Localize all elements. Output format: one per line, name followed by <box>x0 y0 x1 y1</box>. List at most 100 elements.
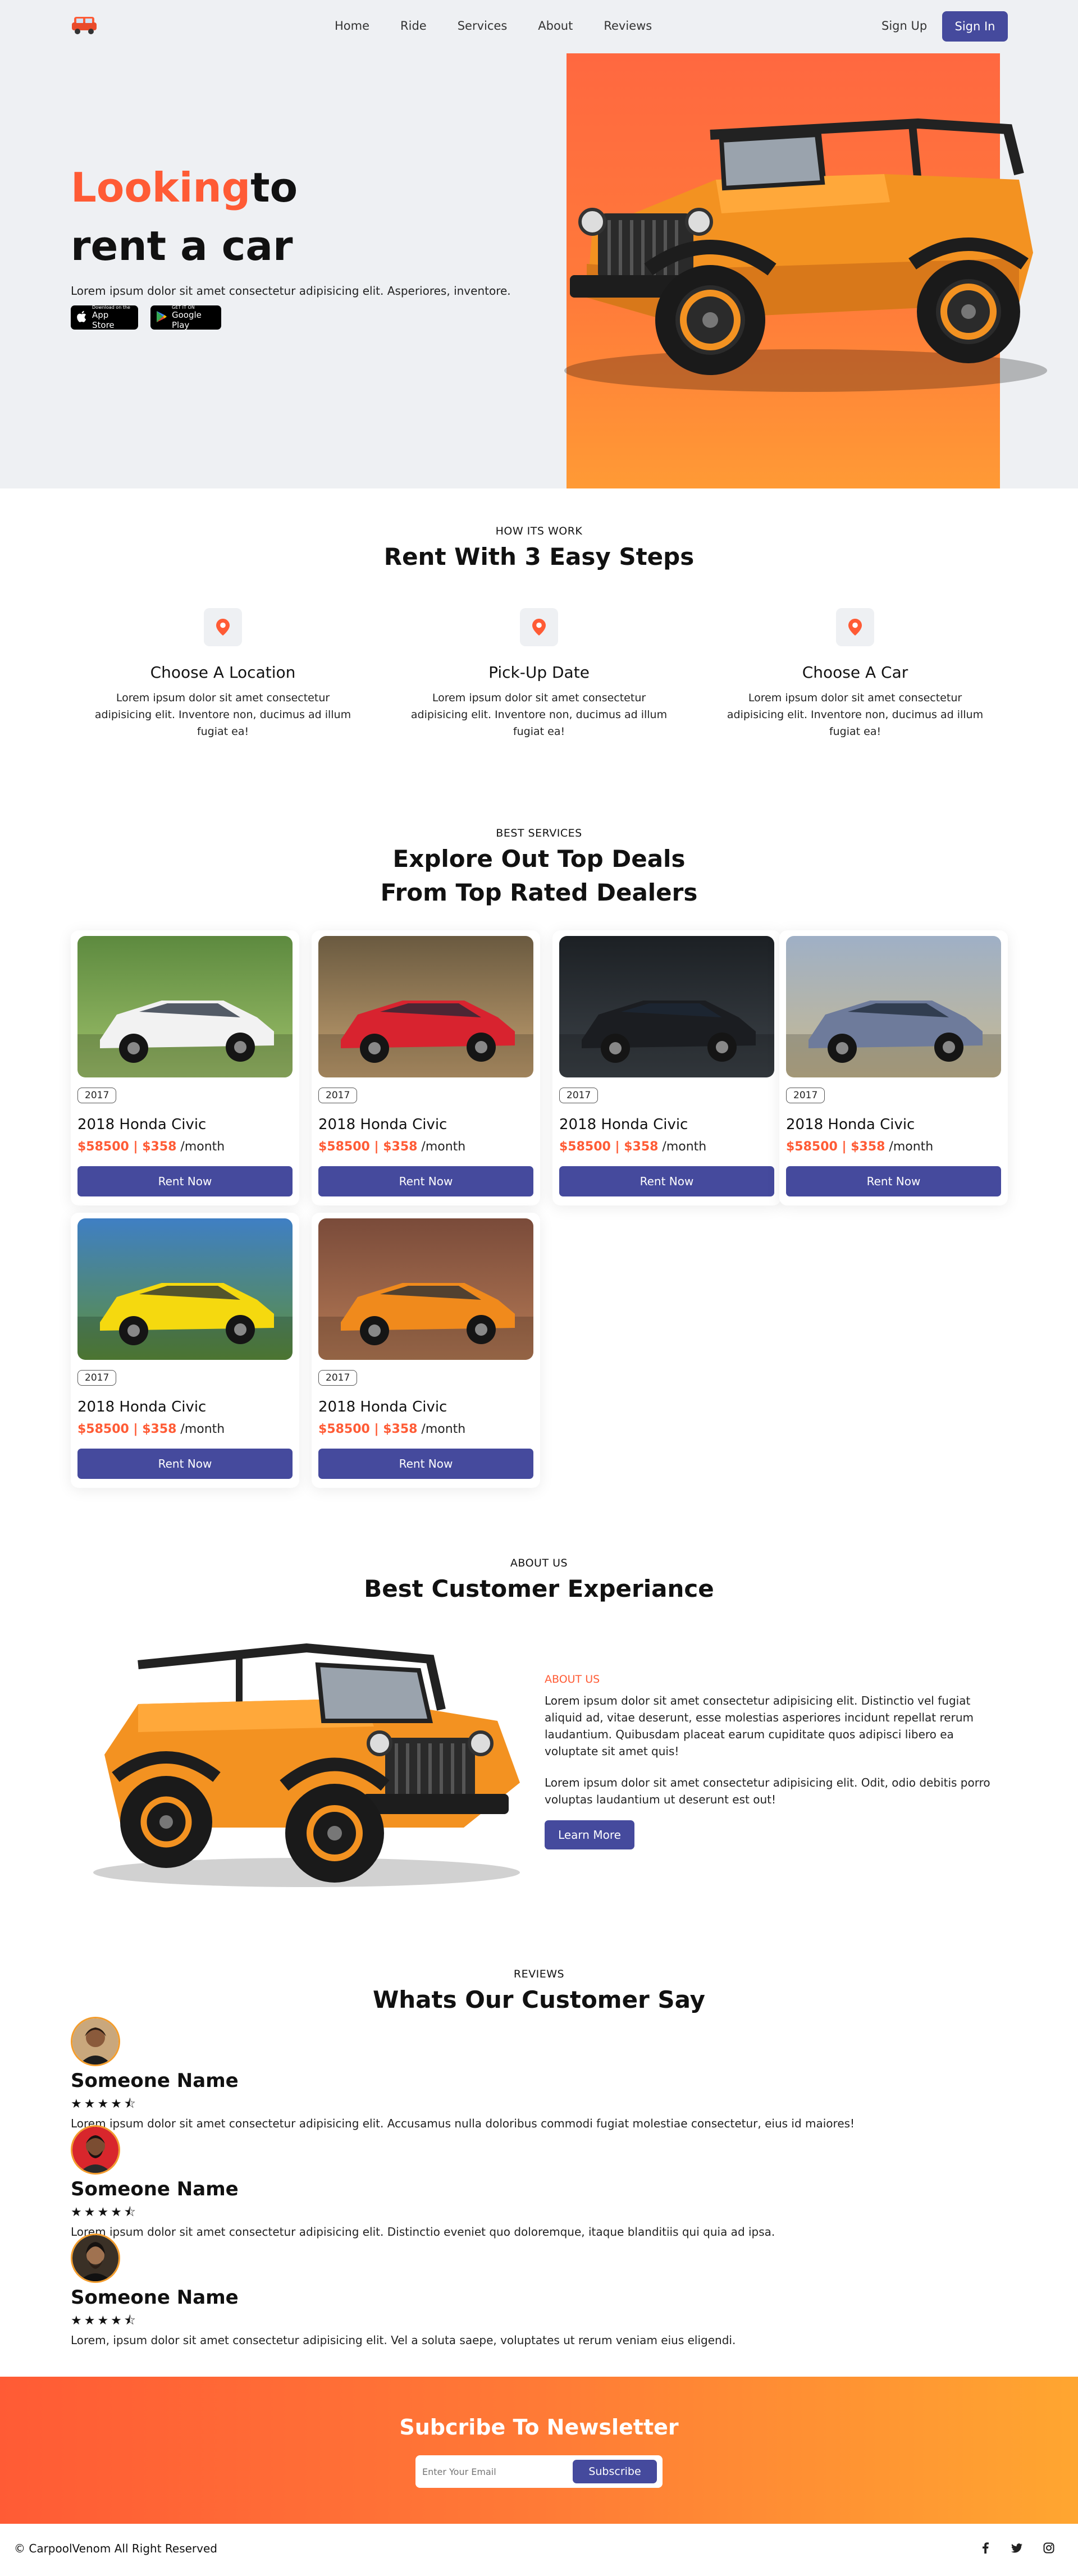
price-value: $58500 | $358 <box>77 1140 177 1154</box>
deal-card: 2017 2018 Honda Civic $58500 | $358 /month… <box>312 930 540 1205</box>
price-value: $58500 | $358 <box>786 1140 885 1154</box>
price-period: /month <box>176 1140 225 1154</box>
step-item: Choose A Location Lorem ipsum dolor sit … <box>88 608 358 740</box>
avatar <box>71 2125 120 2175</box>
car-photo <box>318 936 533 1077</box>
rent-now-button[interactable]: Rent Now <box>318 1166 533 1196</box>
step-text: Lorem ipsum dolor sit amet consectetur a… <box>410 692 668 738</box>
hero-title: Lookingto rent a car <box>71 158 298 275</box>
subscribe-button[interactable]: Subscribe <box>573 2460 657 2483</box>
hero-subtitle: Lorem ipsum dolor sit amet consectetur a… <box>71 284 511 298</box>
car-name: 2018 Honda Civic <box>77 1116 207 1133</box>
rent-now-button[interactable]: Rent Now <box>786 1166 1001 1196</box>
hero-title-rest: to <box>250 164 298 211</box>
location-pin-icon <box>520 608 558 646</box>
car-name: 2018 Honda Civic <box>318 1116 447 1133</box>
price-period: /month <box>658 1140 707 1154</box>
twitter-icon[interactable] <box>1010 2541 1024 2555</box>
price-period: /month <box>417 1422 466 1436</box>
deal-card: 2017 2018 Honda Civic $58500 | $358 /month… <box>779 930 1008 1205</box>
year-badge: 2017 <box>559 1088 599 1103</box>
google-play-icon <box>156 310 167 325</box>
avatar <box>71 2234 120 2283</box>
about-label: ABOUT US <box>545 1673 600 1686</box>
rating-stars: ★★★★⯪ <box>71 2314 138 2328</box>
price-period: /month <box>176 1422 225 1436</box>
instagram-icon[interactable] <box>1042 2541 1056 2555</box>
avatar <box>71 2017 120 2066</box>
car-price: $58500 | $358 /month <box>318 1422 465 1436</box>
google-play-small-text: GET IT ON <box>172 305 195 310</box>
location-pin-icon <box>204 608 242 646</box>
apple-icon <box>76 310 88 326</box>
step-title: Choose A Location <box>150 663 296 682</box>
rent-now-button[interactable]: Rent Now <box>318 1449 533 1479</box>
hero-title-line2: rent a car <box>71 222 293 270</box>
reviews-title: Whats Our Customer Say <box>372 1986 706 2013</box>
year-badge: 2017 <box>318 1088 358 1103</box>
nav-link-ride[interactable]: Ride <box>400 19 427 33</box>
car-name: 2018 Honda Civic <box>77 1399 207 1415</box>
facebook-icon[interactable] <box>978 2541 993 2555</box>
newsletter-section: Subcribe To Newsletter Subscribe <box>0 2377 1078 2524</box>
about-eyebrow: ABOUT US <box>510 1557 568 1569</box>
email-input[interactable] <box>422 2462 574 2481</box>
about-paragraph: Lorem ipsum dolor sit amet consectetur a… <box>545 1694 974 1758</box>
hero-title-accent: Looking <box>71 164 251 211</box>
price-value: $58500 | $358 <box>318 1422 418 1436</box>
app-store-button[interactable]: Download on the App Store <box>71 305 138 330</box>
review-text: Lorem, ipsum dolor sit amet consectetur … <box>71 2333 736 2347</box>
signup-link[interactable]: Sign Up <box>881 19 927 33</box>
google-play-button[interactable]: GET IT ON Google Play <box>150 305 221 330</box>
rent-now-button[interactable]: Rent Now <box>559 1166 774 1196</box>
car-name: 2018 Honda Civic <box>318 1399 447 1415</box>
learn-more-button[interactable]: Learn More <box>545 1820 634 1849</box>
price-value: $58500 | $358 <box>318 1140 418 1154</box>
deals-title-line1: Explore Out Top Deals <box>392 845 686 873</box>
hero-section: Lookingto rent a car Lorem ipsum dolor s… <box>0 0 1078 488</box>
about-jeep-image <box>93 1643 520 1887</box>
about-title: Best Customer Experiance <box>364 1575 714 1602</box>
car-name: 2018 Honda Civic <box>559 1116 688 1133</box>
price-value: $58500 | $358 <box>77 1422 177 1436</box>
signin-button[interactable]: Sign In <box>942 11 1008 42</box>
review-item: Someone Name ★★★★⯪ Lorem ipsum dolor sit… <box>71 2125 1025 2239</box>
car-price: $58500 | $358 /month <box>786 1140 933 1154</box>
car-price: $58500 | $358 /month <box>77 1140 225 1154</box>
nav-link-home[interactable]: Home <box>335 19 369 33</box>
step-text: Lorem ipsum dolor sit amet consectetur a… <box>94 692 351 738</box>
nav-link-about[interactable]: About <box>538 19 573 33</box>
about-paragraph: Lorem ipsum dolor sit amet consectetur a… <box>545 1776 990 1806</box>
deals-eyebrow: BEST SERVICES <box>496 827 582 839</box>
year-badge: 2017 <box>318 1370 358 1386</box>
car-price: $58500 | $358 /month <box>559 1140 706 1154</box>
hero-jeep-image <box>564 118 1047 392</box>
year-badge: 2017 <box>77 1088 117 1103</box>
nav-link-services[interactable]: Services <box>458 19 508 33</box>
steps-title: Rent With 3 Easy Steps <box>383 543 695 570</box>
reviewer-name: Someone Name <box>71 2178 239 2200</box>
car-price: $58500 | $358 /month <box>318 1140 465 1154</box>
app-store-small-text: Download on the <box>92 305 130 310</box>
main-nav: Home Ride Services About Reviews <box>335 19 683 33</box>
deal-card: 2017 2018 Honda Civic $58500 | $358 /month… <box>312 1213 540 1488</box>
google-play-big-text: Google Play <box>172 310 202 330</box>
newsletter-form: Subscribe <box>415 2455 663 2488</box>
car-photo <box>786 936 1001 1077</box>
car-logo-icon[interactable] <box>71 13 98 35</box>
rent-now-button[interactable]: Rent Now <box>77 1166 293 1196</box>
price-value: $58500 | $358 <box>559 1140 659 1154</box>
location-pin-icon <box>836 608 874 646</box>
price-period: /month <box>885 1140 934 1154</box>
reviewer-name: Someone Name <box>71 2286 239 2309</box>
year-badge: 2017 <box>77 1370 117 1386</box>
top-navbar: Home Ride Services About Reviews Sign Up… <box>0 0 1078 53</box>
rating-stars: ★★★★⯪ <box>71 2205 138 2219</box>
rent-now-button[interactable]: Rent Now <box>77 1449 293 1479</box>
reviews-eyebrow: REVIEWS <box>513 1968 565 1980</box>
price-period: /month <box>417 1140 466 1154</box>
step-text: Lorem ipsum dolor sit amet consectetur a… <box>727 692 984 738</box>
deal-card: 2017 2018 Honda Civic $58500 | $358 /month… <box>71 1213 299 1488</box>
nav-link-reviews[interactable]: Reviews <box>604 19 652 33</box>
steps-eyebrow: HOW ITS WORK <box>495 525 583 537</box>
